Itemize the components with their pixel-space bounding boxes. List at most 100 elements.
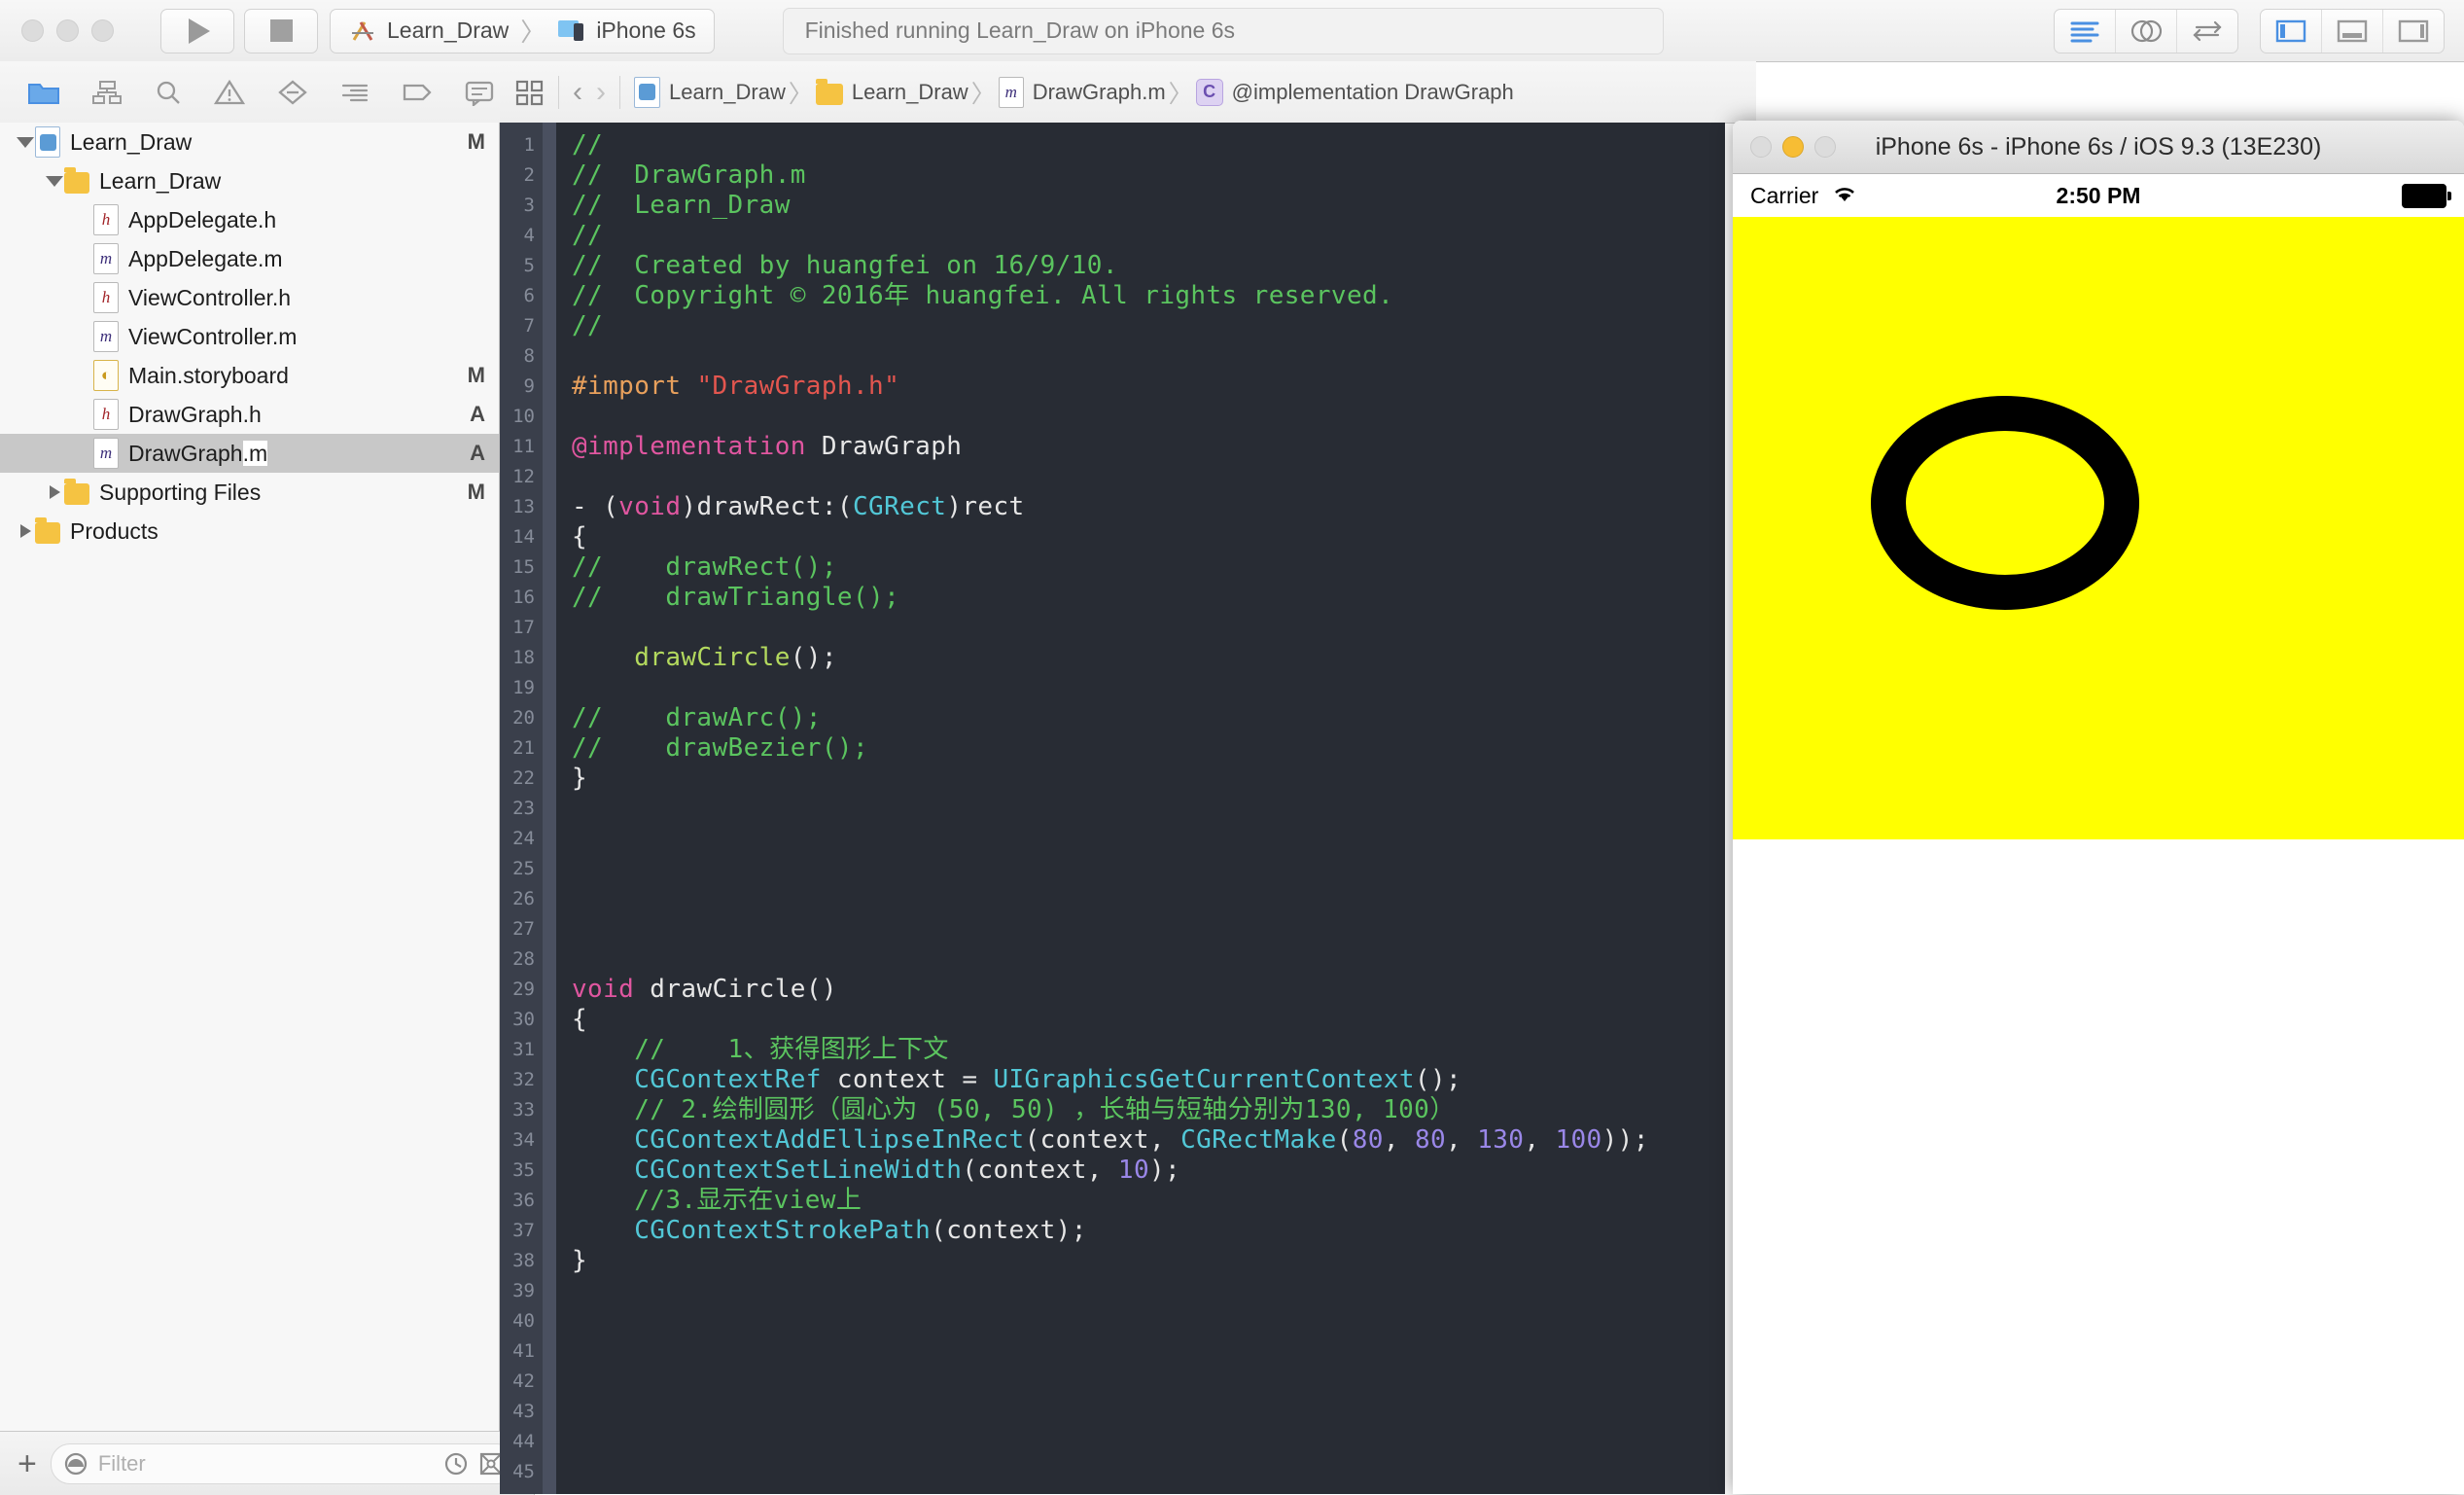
activity-status-field: Finished running Learn_Draw on iPhone 6s [782,7,1664,54]
code-line[interactable]: @implementation DrawGraph [572,432,962,462]
code-line[interactable]: { [572,1005,587,1035]
stop-button[interactable] [244,8,318,53]
navigator-row-appdelegate-m[interactable]: m AppDelegate.m [0,239,499,278]
navigator-row-main-storyboard[interactable]: ◐ Main.storyboard M [0,356,499,395]
project-navigator[interactable]: Learn_Draw M Learn_Draw h AppDelegate.h m AppD… [0,123,500,1431]
symbol-navigator-icon[interactable] [91,79,123,106]
code-line[interactable]: // [572,130,603,160]
code-line[interactable]: // [572,221,603,251]
line-number: 39 [512,1280,535,1301]
go-back-button[interactable]: ‹ [573,76,582,109]
code-line[interactable]: // Created by huangfei on 16/9/10. [572,251,1118,281]
run-button[interactable] [160,8,234,53]
go-forward-button[interactable]: › [596,76,606,109]
code-line[interactable]: } [572,1246,587,1276]
code-line[interactable]: // Learn_Draw [572,191,791,221]
folder-icon [815,78,843,105]
code-line[interactable]: // 2.绘制圆形（圆心为 (50, 50) ，长轴与短轴分别为130, 100… [572,1095,1456,1125]
code-line[interactable]: // drawArc(); [572,703,822,733]
line-number: 38 [512,1250,535,1271]
navigator-row-supporting-files[interactable]: Supporting Files M [0,473,499,512]
report-navigator-icon[interactable] [464,79,495,106]
navigator-row-learn-draw[interactable]: Learn_Draw M [0,123,499,161]
filter-placeholder: Filter [97,1450,146,1476]
disclosure-triangle-open[interactable] [45,175,64,187]
test-navigator-icon[interactable] [277,79,308,106]
breadcrumb-item-4[interactable]: C @implementation DrawGraph [1195,78,1514,106]
clock-icon[interactable] [443,1451,469,1477]
breakpoint-navigator-icon[interactable] [402,79,433,106]
code-line[interactable]: void drawCircle() [572,975,837,1005]
scheme-selector[interactable]: Learn_Draw 〉 iPhone 6s [330,8,715,53]
toggle-utilities-button[interactable] [2383,10,2444,53]
breadcrumb-item-2[interactable]: Learn_Draw [815,78,968,105]
scm-status-badge: A [470,402,485,426]
disclosure-triangle-closed[interactable] [45,485,64,499]
code-line[interactable]: CGContextSetLineWidth(context, 10); [572,1156,1180,1186]
navigator-row-drawgraph-h[interactable]: h DrawGraph.h A [0,395,499,434]
code-line[interactable]: - (void)drawRect:(CGRect)rect [572,492,1025,522]
code-content[interactable]: //// DrawGraph.m// Learn_Draw//// Create… [556,123,1725,1494]
navigator-row-viewcontroller-m[interactable]: m ViewController.m [0,317,499,356]
add-file-button[interactable]: + [18,1447,37,1480]
simulator-screen[interactable]: Carrier 2:50 PM [1733,174,2464,1494]
simulator-window[interactable]: iPhone 6s - iPhone 6s / iOS 9.3 (13E230)… [1733,121,2464,1494]
focus-ribbon[interactable] [543,123,556,1494]
code-line[interactable]: // [572,311,603,341]
scm-status-badge: A [470,441,485,465]
line-number: 43 [512,1401,535,1422]
code-line[interactable]: #import "DrawGraph.h" [572,372,899,402]
navigator-row-viewcontroller-h[interactable]: h ViewController.h [0,278,499,317]
breadcrumb-item-1[interactable]: Learn_Draw [634,76,786,108]
navigator-row-drawgraph-m[interactable]: m DrawGraph.m A [0,434,499,473]
line-number: 32 [512,1069,535,1090]
code-line[interactable]: CGContextStrokePath(context); [572,1216,1087,1246]
simulator-close-button[interactable] [1750,136,1772,158]
related-files-icon[interactable] [515,79,545,106]
code-line[interactable]: // DrawGraph.m [572,160,806,191]
filter-field[interactable]: Filter [50,1442,516,1484]
file-name: DrawGraph.m [128,440,268,466]
disclosure-triangle-open[interactable] [16,136,35,148]
navigator-row-products[interactable]: Products [0,512,499,551]
zoom-window-button[interactable] [91,19,114,42]
line-number: 40 [512,1310,535,1332]
class-symbol-icon: C [1195,78,1223,106]
navigator-row-learn-draw[interactable]: Learn_Draw [0,161,499,200]
code-line[interactable]: // drawBezier(); [572,733,868,764]
debug-navigator-icon[interactable] [339,79,370,106]
standard-editor-button[interactable] [2055,10,2116,53]
breadcrumb-chevron-icon: 〉 [970,80,996,108]
toggle-debug-area-button[interactable] [2322,10,2383,53]
code-line[interactable]: drawCircle(); [572,643,837,673]
divider [619,75,620,109]
find-navigator-icon[interactable] [154,79,183,106]
project-navigator-icon[interactable] [27,79,60,106]
code-line[interactable]: // Copyright © 2016年 huangfei. All right… [572,281,1393,311]
navigator-row-appdelegate-h[interactable]: h AppDelegate.h [0,200,499,239]
status-text: Finished running Learn_Draw on iPhone 6s [804,18,1236,43]
disclosure-triangle-closed[interactable] [16,524,35,538]
code-line[interactable]: } [572,764,587,794]
breadcrumb-item-3[interactable]: m DrawGraph.m [998,76,1166,108]
minimize-window-button[interactable] [56,19,79,42]
source-code-editor[interactable]: //// DrawGraph.m// Learn_Draw//// Create… [500,123,1725,1494]
line-number: 23 [512,798,535,819]
simulator-zoom-button[interactable] [1814,136,1836,158]
code-line[interactable]: // drawRect(); [572,552,837,583]
code-line[interactable]: // drawTriangle(); [572,583,899,613]
header-file-icon: h [93,204,119,235]
version-editor-button[interactable] [2177,10,2237,53]
code-line[interactable]: // 1、获得图形上下文 [572,1035,949,1065]
assistant-editor-button[interactable] [2116,10,2177,53]
code-line[interactable]: CGContextAddEllipseInRect(context, CGRec… [572,1125,1649,1156]
project-icon [634,76,660,108]
close-window-button[interactable] [21,19,44,42]
simulator-minimize-button[interactable] [1782,136,1804,158]
line-number: 29 [512,979,535,1000]
issue-navigator-icon[interactable] [214,79,246,106]
toggle-navigator-button[interactable] [2261,10,2322,53]
code-line[interactable]: CGContextRef context = UIGraphicsGetCurr… [572,1065,1461,1095]
code-line[interactable]: //3.显示在view上 [572,1186,862,1216]
code-line[interactable]: { [572,522,587,552]
